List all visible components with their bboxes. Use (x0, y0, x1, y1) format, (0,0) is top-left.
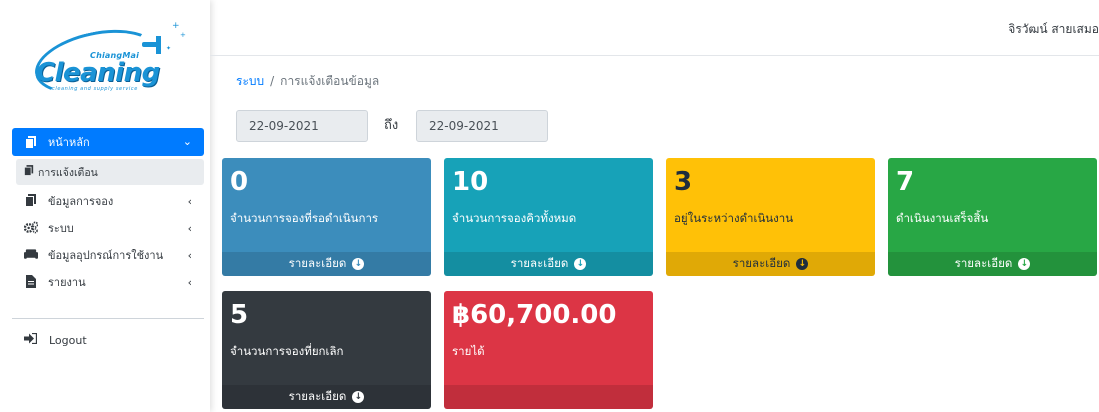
stat-label: จำนวนการจองที่รอดำเนินการ (230, 211, 379, 225)
details-link[interactable]: รายละเอียด ↓ (666, 252, 875, 276)
stat-card-in-progress: 3 อยู่ในระหว่างดำเนินงาน รายละเอียด ↓ (666, 158, 875, 276)
arrow-circle-down-icon: ↓ (1018, 258, 1031, 270)
details-link[interactable]: รายละเอียด ↓ (888, 252, 1097, 276)
stat-value: 3 (674, 167, 693, 197)
details-label: รายละเอียด (732, 256, 791, 270)
sparkle-icon: ✦ (166, 45, 172, 52)
user-name[interactable]: จิรวัฒน์ สายเสมอ (1008, 20, 1099, 39)
sidebar: + + ✦ ChiangMai Cleaning cleaning and su… (0, 0, 210, 412)
stat-value: 5 (230, 300, 249, 330)
breadcrumb-separator: / (270, 74, 275, 88)
arrow-circle-down-icon: ↓ (796, 258, 809, 270)
topbar: จิรวัฒน์ สายเสมอ (210, 0, 1099, 56)
sidebar-menu-list: ข้อมูลการจอง ‹ ระบบ ‹ ข้อมูลอุปกรณ์การใช… (12, 188, 204, 294)
arrow-circle-down-icon: ↓ (574, 258, 587, 270)
stat-label: จำนวนการจองที่ยกเลิก (230, 344, 344, 358)
stat-value: 7 (896, 167, 915, 197)
breadcrumb-root-link[interactable]: ระบบ (236, 74, 264, 88)
sidebar-item-label: ระบบ (48, 221, 74, 235)
stat-card-revenue: ฿60,700.00 รายได้ (444, 291, 653, 409)
details-link[interactable]: รายละเอียด ↓ (444, 252, 653, 276)
logout-link[interactable]: Logout (24, 332, 87, 347)
copy-icon (24, 194, 38, 208)
sidebar-item-system[interactable]: ระบบ ‹ (12, 215, 204, 240)
chevron-left-icon: ‹ (187, 222, 192, 235)
details-link[interactable]: รายละเอียด ↓ (222, 385, 431, 409)
stat-label: รายได้ (452, 344, 485, 358)
sparkle-icon: + (180, 31, 186, 39)
stat-card-completed: 7 ดำเนินงานเสร็จสิ้น รายละเอียด ↓ (888, 158, 1097, 276)
chevron-left-icon: ‹ (187, 249, 192, 262)
details-label: รายละเอียด (288, 389, 347, 403)
stat-value: 10 (452, 167, 489, 197)
stat-card-pending: 0 จำนวนการจองที่รอดำเนินการ รายละเอียด ↓ (222, 158, 431, 276)
stat-label: จำนวนการจองคิวทั้งหมด (452, 211, 577, 225)
stat-label: อยู่ในระหว่างดำเนินงาน (674, 211, 794, 225)
sidebar-subitem-notifications[interactable]: การแจ้งเตือน (16, 159, 204, 185)
date-from-input[interactable]: 22-09-2021 (236, 110, 368, 142)
copy-icon (24, 135, 38, 149)
logo[interactable]: + + ✦ ChiangMai Cleaning cleaning and su… (29, 18, 190, 105)
couch-icon (24, 248, 38, 262)
sidebar-item-label: ข้อมูลการจอง (48, 194, 114, 208)
breadcrumb-current: การแจ้งเตือนข้อมูล (280, 74, 380, 88)
file-icon (24, 275, 38, 289)
details-label: รายละเอียด (510, 256, 569, 270)
stat-card-total-bookings: 10 จำนวนการจองคิวทั้งหมด รายละเอียด ↓ (444, 158, 653, 276)
breadcrumb: ระบบ / การแจ้งเตือนข้อมูล (236, 72, 379, 91)
sidebar-item-label: รายงาน (48, 275, 86, 289)
stat-value: 0 (230, 167, 249, 197)
details-label: รายละเอียด (288, 256, 347, 270)
cogs-icon (24, 221, 38, 235)
arrow-circle-down-icon: ↓ (352, 258, 365, 270)
date-to-label: ถึง (384, 118, 399, 133)
stat-label: ดำเนินงานเสร็จสิ้น (896, 211, 989, 225)
sparkle-icon: + (172, 21, 180, 31)
date-to-input[interactable]: 22-09-2021 (416, 110, 548, 142)
sidebar-item-bookings[interactable]: ข้อมูลการจอง ‹ (12, 188, 204, 213)
details-label: รายละเอียด (954, 256, 1013, 270)
logo-sub-text: cleaning and supply service (52, 86, 138, 92)
copy-icon (24, 165, 34, 179)
sidebar-nav: หน้าหลัก ⌄ การแจ้งเตือน ข้อมูลการจอง ‹ ร… (12, 128, 204, 296)
arrow-circle-down-icon: ↓ (352, 391, 365, 403)
revenue-card-footer (444, 385, 653, 409)
logo-main-text: Cleaning (36, 58, 160, 88)
sidebar-item-home[interactable]: หน้าหลัก ⌄ (12, 128, 204, 156)
sidebar-item-label: หน้าหลัก (48, 136, 90, 149)
sidebar-item-label: ข้อมูลอุปกรณ์การใช้งาน (48, 248, 164, 262)
sidebar-item-equipment[interactable]: ข้อมูลอุปกรณ์การใช้งาน ‹ (12, 242, 204, 267)
stat-card-cancelled: 5 จำนวนการจองที่ยกเลิก รายละเอียด ↓ (222, 291, 431, 409)
sign-out-icon (24, 332, 38, 347)
chevron-left-icon: ‹ (187, 276, 192, 289)
sidebar-item-reports[interactable]: รายงาน ‹ (12, 269, 204, 294)
stat-value: ฿60,700.00 (452, 300, 617, 330)
logout-label: Logout (49, 333, 87, 347)
sidebar-divider (12, 318, 204, 319)
chevron-down-icon: ⌄ (182, 135, 192, 148)
sidebar-subitem-label: การแจ้งเตือน (38, 166, 98, 179)
chevron-left-icon: ‹ (187, 195, 192, 208)
details-link[interactable]: รายละเอียด ↓ (222, 252, 431, 276)
